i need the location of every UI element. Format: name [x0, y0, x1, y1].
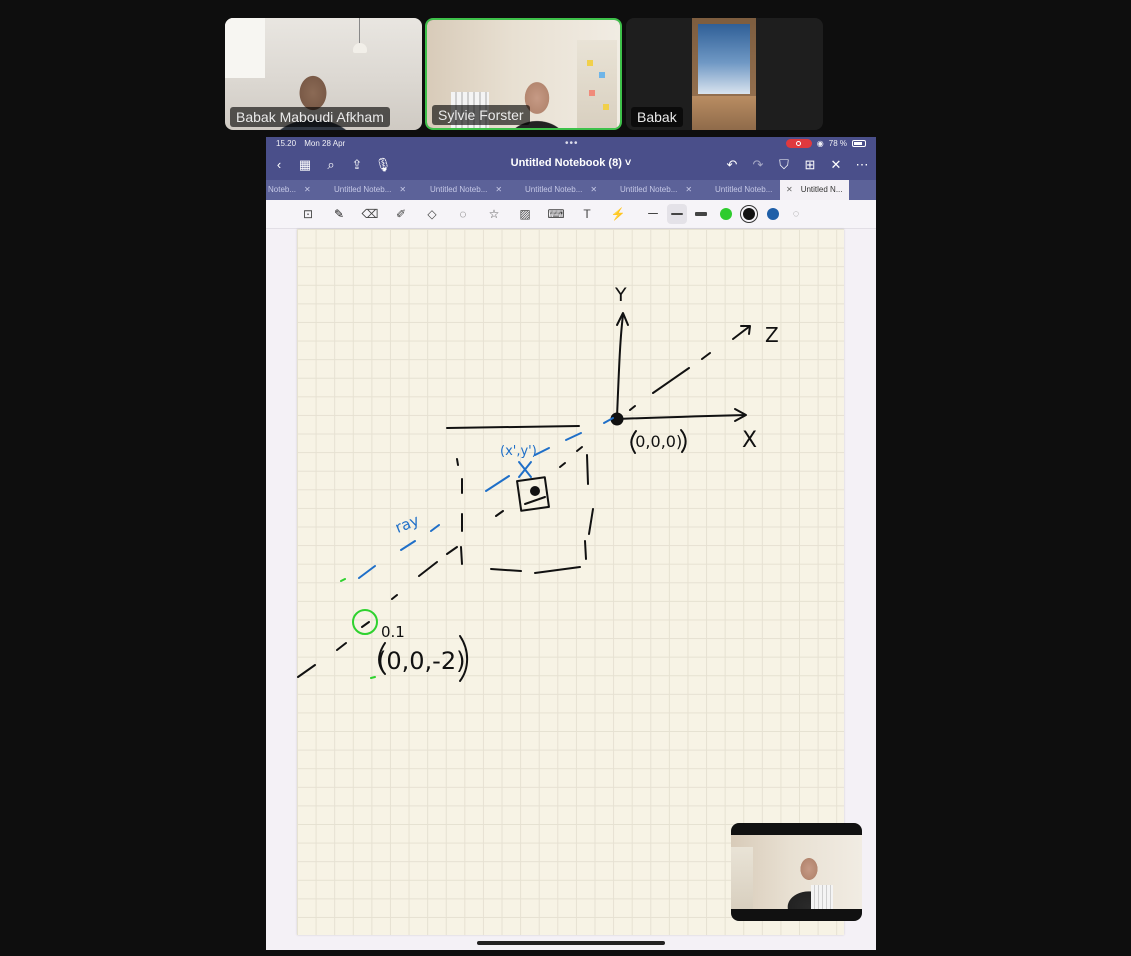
thin-stroke-option[interactable] — [648, 213, 658, 214]
lasso-icon[interactable]: ◌ — [454, 205, 472, 223]
self-view-video[interactable] — [731, 823, 862, 921]
document-tabs: Noteb... ✕ Untitled Noteb... ✕ Untitled No… — [266, 180, 876, 200]
x-axis-line — [616, 414, 746, 420]
origin-label: (0,0,0) — [629, 432, 682, 451]
status-date: Mon 28 Apr — [304, 139, 346, 148]
close-icon[interactable]: ✕ — [827, 156, 845, 174]
pixel-point — [530, 486, 540, 496]
medium-stroke-line — [671, 213, 683, 215]
plane-left-edge — [456, 458, 463, 565]
battery-icon — [852, 140, 866, 147]
axis-z-label: Z — [765, 323, 779, 347]
plane-right-edge — [584, 454, 594, 560]
multitask-dots-icon[interactable]: ••• — [565, 138, 579, 149]
axis-y-label: Y — [614, 284, 627, 306]
highlighter-icon[interactable]: ✐ — [392, 205, 410, 223]
image-icon[interactable]: ▨ — [516, 205, 534, 223]
status-bar-left: 15.20 Mon 28 Apr — [276, 139, 351, 148]
z-axis-dashed — [629, 352, 711, 411]
tab-close-icon[interactable]: ✕ — [590, 185, 597, 194]
home-indicator — [477, 941, 665, 945]
tab-label: Untitled Noteb... — [430, 185, 488, 194]
tab-close-icon[interactable]: ✕ — [786, 185, 793, 194]
notes-app-header: 15.20 Mon 28 Apr ••• ◉ 78 % ‹ ▦ ⌕ ⇪ 🎙 Un… — [266, 137, 876, 180]
color-black-swatch[interactable] — [743, 208, 755, 220]
participant-name: Babak Maboudi Afkham — [230, 107, 390, 127]
tab-notebook[interactable]: Untitled Noteb... ✕ — [525, 180, 597, 200]
tab-label: Untitled Noteb... — [334, 185, 392, 194]
tab-close-icon[interactable]: ✕ — [304, 185, 311, 194]
tab-label: Untitled Noteb... — [620, 185, 678, 194]
tab-close-icon[interactable]: ✕ — [495, 185, 502, 194]
notebook-title-text: Untitled Notebook (8) — [510, 157, 622, 169]
tab-notebook-active[interactable]: ✕ Untitled N... — [780, 180, 849, 200]
projected-point-label: (x',y') — [500, 444, 537, 459]
bookmark-icon[interactable]: ⛉ — [775, 156, 793, 174]
shapes-icon[interactable]: ◇ — [423, 205, 441, 223]
blue-ray-dashes-lower — [358, 475, 510, 579]
camera-coordinate-label: (0,0,-2) — [377, 647, 465, 675]
sticker-icon[interactable]: ☆ — [485, 205, 503, 223]
participant-tile-3[interactable]: Babak — [626, 18, 823, 130]
color-green-swatch[interactable] — [720, 208, 732, 220]
blue-ray-dashes-upper — [534, 417, 614, 456]
ray-label: ray — [393, 511, 422, 537]
add-page-icon[interactable]: ⊞ — [801, 156, 819, 174]
tab-label: Untitled Noteb... — [525, 185, 583, 194]
participant-name: Sylvie Forster — [432, 105, 530, 125]
status-time: 15.20 — [276, 139, 297, 148]
thick-stroke-option[interactable] — [695, 212, 707, 216]
blue-x-mark — [518, 461, 532, 478]
axis-x-label: X — [742, 428, 757, 453]
self-view-feed — [731, 835, 862, 909]
tab-notebook[interactable]: Noteb... ✕ — [268, 180, 311, 200]
z-axis-arrow — [732, 325, 751, 340]
participant-tile-1[interactable]: Babak Maboudi Afkham — [225, 18, 422, 130]
redo-icon[interactable]: ↷ — [749, 156, 767, 174]
undo-icon[interactable]: ↶ — [723, 156, 741, 174]
tab-close-icon[interactable]: ✕ — [685, 185, 692, 194]
wifi-icon: ◉ — [816, 139, 824, 148]
green-marks — [340, 578, 376, 679]
tab-notebook[interactable]: Untitled Noteb... ✕ — [334, 180, 406, 200]
tab-notebook[interactable]: Untitled Noteb...✕ — [715, 180, 787, 200]
participant-name: Babak — [631, 107, 683, 127]
camera-circle — [352, 609, 378, 635]
tab-label: Noteb... — [268, 185, 297, 194]
color-blue-swatch[interactable] — [767, 208, 779, 220]
status-bar-right: ◉ 78 % — [785, 139, 866, 148]
tab-label: Untitled N... — [800, 185, 843, 194]
camera-distance-label: 0.1 — [381, 623, 405, 641]
pixel-scribble — [524, 496, 546, 505]
keyboard-icon[interactable]: ⌨ — [547, 205, 565, 223]
more-icon[interactable]: ⋯ — [853, 156, 871, 174]
eraser-icon[interactable]: ⌫ — [361, 205, 379, 223]
chevron-down-icon: ˅ — [624, 157, 632, 169]
text-box-icon[interactable]: T — [578, 205, 596, 223]
laser-pointer-icon[interactable]: ⚡ — [609, 205, 627, 223]
lamp-shape — [353, 43, 367, 53]
y-axis-line — [616, 314, 624, 418]
add-color-icon[interactable]: ◌ — [787, 205, 805, 223]
tab-notebook[interactable]: Untitled Noteb... ✕ — [430, 180, 502, 200]
plane-dashes — [559, 446, 583, 468]
participant-tile-2-active-speaker[interactable]: Sylvie Forster — [425, 18, 622, 130]
plane-top-edge — [446, 425, 580, 429]
lasso-zoom-icon[interactable]: ⊡ — [299, 205, 317, 223]
tab-close-icon[interactable]: ✕ — [399, 185, 406, 194]
drawing-toolbar: ⊡ ✎ ⌫ ✐ ◇ ◌ ☆ ▨ ⌨ T ⚡ ◌ — [266, 200, 876, 229]
tab-label: Untitled Noteb... — [715, 185, 773, 194]
screen-recording-icon — [785, 139, 812, 148]
battery-percent: 78 % — [828, 139, 847, 148]
pen-icon[interactable]: ✎ — [330, 205, 348, 223]
plane-bottom-edge — [490, 566, 581, 574]
tab-notebook[interactable]: Untitled Noteb... ✕ — [620, 180, 692, 200]
